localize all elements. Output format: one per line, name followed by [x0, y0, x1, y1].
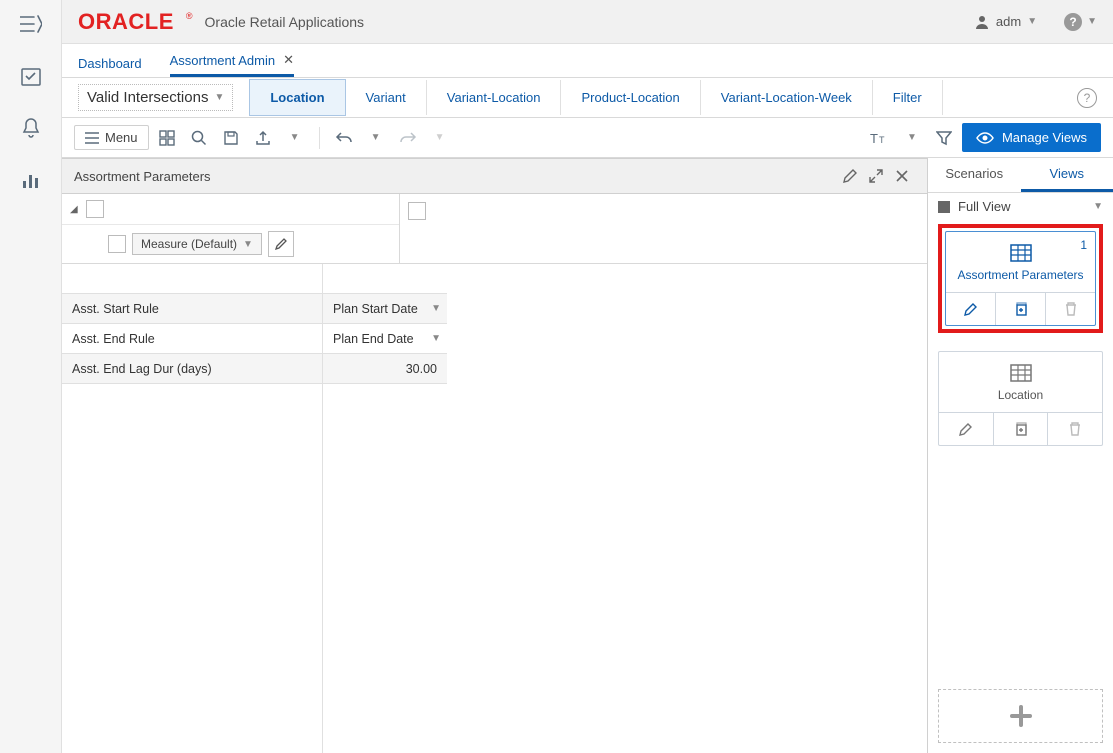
card-badge: 1 — [1080, 238, 1087, 252]
fullview-dropdown[interactable]: Full View ▼ — [928, 193, 1113, 220]
app-header: ORACLE ® Oracle Retail Applications adm … — [62, 0, 1113, 44]
measure-dropdown[interactable]: Measure (Default) ▼ — [132, 233, 262, 255]
collapse-icon[interactable]: ◢ — [70, 204, 78, 215]
save-icon[interactable] — [217, 124, 245, 152]
subtab-variant-location-week[interactable]: Variant-Location-Week — [701, 80, 873, 115]
subtab-filter[interactable]: Filter — [873, 80, 943, 115]
rail-toggle-icon[interactable] — [15, 8, 47, 40]
export-icon[interactable] — [249, 124, 277, 152]
caret-down-icon: ▼ — [1087, 16, 1097, 27]
panel-title: Assortment Parameters — [74, 169, 211, 184]
oracle-logo: ORACLE — [78, 9, 174, 35]
expand-icon[interactable] — [863, 163, 889, 189]
search-icon[interactable] — [185, 124, 213, 152]
add-view-button[interactable] — [938, 689, 1103, 743]
plus-icon — [1008, 703, 1034, 729]
caret-down-icon: ▼ — [243, 239, 253, 250]
edit-icon[interactable] — [946, 293, 996, 325]
manage-views-button[interactable]: Manage Views — [962, 123, 1101, 152]
caret-down-icon[interactable]: ▼ — [898, 124, 926, 152]
app-title: Oracle Retail Applications — [205, 14, 365, 30]
undo-icon[interactable] — [330, 124, 358, 152]
delete-icon[interactable] — [1048, 413, 1102, 445]
rail-task-icon[interactable] — [15, 60, 47, 92]
menu-icon — [85, 132, 99, 144]
subtab-location[interactable]: Location — [249, 79, 345, 116]
filter-icon[interactable] — [930, 124, 958, 152]
caret-down-icon: ▼ — [1027, 16, 1037, 27]
user-menu[interactable]: adm ▼ — [974, 14, 1037, 30]
table-icon — [1010, 244, 1032, 262]
tab-dashboard[interactable]: Dashboard — [78, 56, 142, 77]
rail-bell-icon[interactable] — [15, 112, 47, 144]
delete-icon[interactable] — [1046, 293, 1095, 325]
grid-cell-number[interactable]: 30.00 — [323, 354, 447, 384]
eye-icon — [976, 131, 994, 145]
highlighted-card: 1 Assortment Parameters — [938, 224, 1103, 333]
caret-down-icon: ▼ — [431, 303, 441, 314]
caret-down-icon[interactable]: ▼ — [281, 124, 309, 152]
grid-cell-select[interactable]: Plan Start Date ▼ — [323, 294, 447, 324]
layout-icon[interactable] — [153, 124, 181, 152]
grid-cell-select[interactable]: Plan End Date ▼ — [323, 324, 447, 354]
svg-text:?: ? — [1069, 15, 1076, 29]
caret-down-icon: ▼ — [214, 92, 224, 103]
dimension-box[interactable] — [408, 202, 426, 220]
dimension-box[interactable] — [108, 235, 126, 253]
copy-icon[interactable] — [996, 293, 1046, 325]
subtab-variant[interactable]: Variant — [346, 80, 427, 115]
view-card-location[interactable]: Location — [938, 351, 1103, 446]
grid-row-label: Asst. Start Rule — [62, 294, 322, 324]
text-size-icon[interactable]: TT — [866, 124, 894, 152]
stop-icon — [938, 201, 950, 213]
help-icon: ? — [1063, 12, 1083, 32]
dimension-box[interactable] — [86, 200, 104, 218]
tab-assortment-admin[interactable]: Assortment Admin ✕ — [170, 52, 294, 77]
caret-down-icon: ▼ — [1093, 201, 1103, 212]
view-card-assortment[interactable]: 1 Assortment Parameters — [945, 231, 1096, 326]
grid-row-label: Asst. End Lag Dur (days) — [62, 354, 322, 384]
close-icon[interactable]: ✕ — [283, 52, 294, 68]
caret-down-icon[interactable]: ▼ — [426, 124, 454, 152]
rail-chart-icon[interactable] — [15, 164, 47, 196]
menu-button[interactable]: Menu — [74, 125, 149, 150]
table-icon — [1010, 364, 1032, 382]
svg-text:T: T — [879, 135, 885, 145]
caret-down-icon: ▼ — [431, 333, 441, 344]
subtab-variant-location[interactable]: Variant-Location — [427, 80, 562, 115]
svg-text:T: T — [870, 131, 878, 146]
user-icon — [974, 14, 990, 30]
subtab-product-location[interactable]: Product-Location — [561, 80, 700, 115]
context-help-button[interactable]: ? — [1077, 88, 1097, 108]
page-dropdown[interactable]: Valid Intersections ▼ — [78, 84, 233, 111]
sidetab-views[interactable]: Views — [1021, 158, 1113, 192]
card-label: Assortment Parameters — [957, 268, 1083, 282]
caret-down-icon[interactable]: ▼ — [362, 124, 390, 152]
edit-icon[interactable] — [268, 231, 294, 257]
help-menu[interactable]: ? ▼ — [1063, 12, 1097, 32]
sidetab-scenarios[interactable]: Scenarios — [928, 158, 1021, 192]
grid-row-label: Asst. End Rule — [62, 324, 322, 354]
card-label: Location — [998, 388, 1043, 402]
redo-icon[interactable] — [394, 124, 422, 152]
edit-icon[interactable] — [837, 163, 863, 189]
close-icon[interactable] — [889, 163, 915, 189]
edit-icon[interactable] — [939, 413, 994, 445]
copy-icon[interactable] — [994, 413, 1049, 445]
